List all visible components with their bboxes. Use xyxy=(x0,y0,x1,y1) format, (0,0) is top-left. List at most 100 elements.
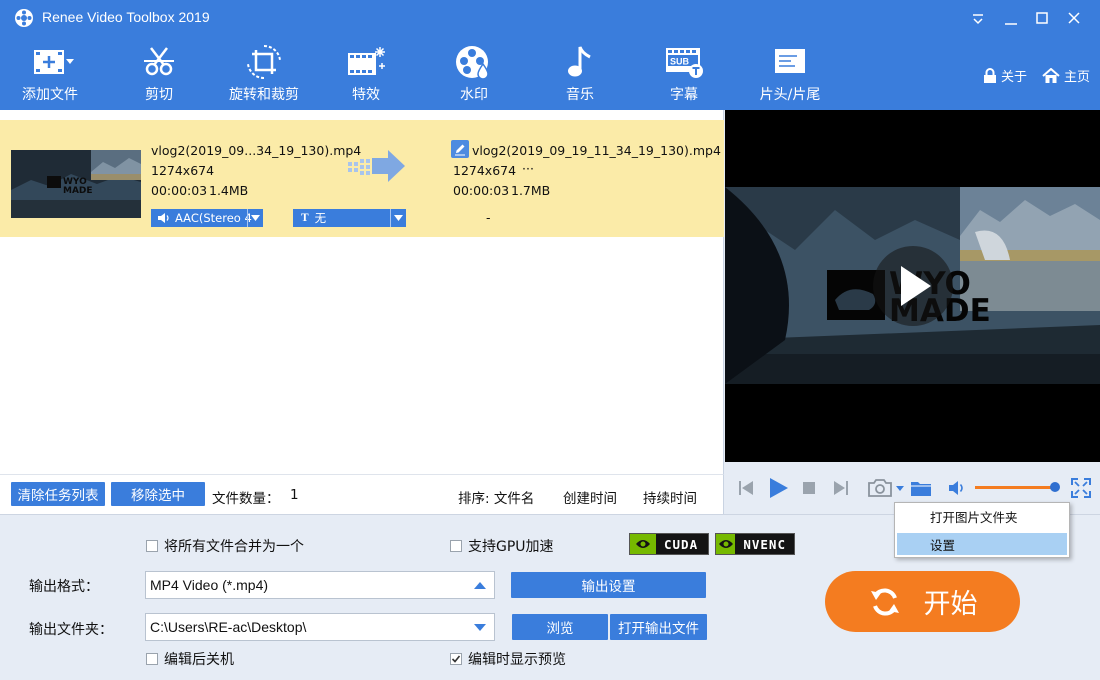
sort-by-created[interactable]: 创建时间 xyxy=(563,487,617,507)
output-duration: 00:00:03 xyxy=(453,183,510,198)
subtitle-track-value: 无 xyxy=(314,211,327,225)
chevron-down-icon xyxy=(390,209,406,227)
tool-rotate-crop[interactable]: 旋转和裁剪 xyxy=(224,44,304,106)
tool-music[interactable]: 音乐 xyxy=(552,44,608,106)
tool-add-file[interactable]: 添加文件 xyxy=(14,44,86,106)
checkbox-box-checked[interactable] xyxy=(450,653,462,665)
start-button[interactable]: 开始 xyxy=(825,571,1020,632)
film-plus-icon xyxy=(14,44,86,80)
subtitle-placeholder: - xyxy=(486,210,491,225)
file-row[interactable]: WYO MADE vlog2(2019_09...34_19_130).mp4 … xyxy=(0,120,724,237)
file-count-value: 1 xyxy=(290,487,299,503)
about-link[interactable]: 关于 xyxy=(983,66,1027,85)
top-bar: Renee Video Toolbox 2019 添加文件 剪切 旋转和裁剪 特… xyxy=(0,0,1100,110)
stop-icon[interactable] xyxy=(802,481,816,495)
show-preview-label: 编辑时显示预览 xyxy=(468,652,566,668)
source-file-name: vlog2(2019_09...34_19_130).mp4 xyxy=(151,143,362,158)
file-list: WYO MADE vlog2(2019_09...34_19_130).mp4 … xyxy=(0,110,724,474)
menu-item-settings[interactable]: 设置 xyxy=(897,533,1067,555)
tool-label: 水印 xyxy=(460,87,488,103)
remove-selected-button[interactable]: 移除选中 xyxy=(111,482,205,506)
chevron-down-icon xyxy=(474,624,486,631)
tool-effects[interactable]: 特效 xyxy=(338,44,394,106)
tool-label: 片头/片尾 xyxy=(759,87,821,103)
snapshot-context-menu: 打开图片文件夹 设置 xyxy=(894,502,1070,558)
skip-forward-icon[interactable] xyxy=(832,479,850,497)
refresh-icon xyxy=(870,588,899,615)
collapse-icon[interactable] xyxy=(966,6,990,30)
clear-list-button[interactable]: 清除任务列表 xyxy=(11,482,105,506)
output-folder-select[interactable]: C:\Users\RE-ac\Desktop\ xyxy=(145,613,495,641)
home-icon xyxy=(1042,67,1060,83)
title-card-icon xyxy=(752,44,828,80)
output-folder-value: C:\Users\RE-ac\Desktop\ xyxy=(150,619,307,635)
checkbox-box[interactable] xyxy=(146,540,158,552)
volume-slider[interactable] xyxy=(975,486,1055,489)
gpu-accel-label: 支持GPU加速 xyxy=(468,539,554,555)
audio-track-dropdown[interactable]: AAC(Stereo 4 xyxy=(151,209,263,227)
open-output-folder-button[interactable]: 打开输出文件 xyxy=(610,614,707,640)
sort-by-duration[interactable]: 持续时间 xyxy=(643,487,697,507)
tool-intro-outro[interactable]: 片头/片尾 xyxy=(752,44,828,106)
tool-label: 字幕 xyxy=(670,87,698,103)
checkbox-box[interactable] xyxy=(146,653,158,665)
tool-label: 添加文件 xyxy=(22,87,78,103)
speaker-icon xyxy=(158,213,169,223)
output-format-value: MP4 Video (*.mp4) xyxy=(150,577,269,593)
file-count-label: 文件数量： xyxy=(212,491,280,507)
lock-icon xyxy=(984,67,996,83)
output-more-button[interactable]: ··· xyxy=(522,161,534,176)
output-size: 1.7MB xyxy=(511,183,551,198)
nvenc-label: NVENC xyxy=(743,536,786,552)
film-reel-drop-icon xyxy=(446,44,502,80)
app-logo-icon xyxy=(15,9,33,27)
subtitle-track-dropdown[interactable]: T 无 xyxy=(293,209,406,227)
tool-label: 剪切 xyxy=(145,87,173,103)
convert-arrow-icon xyxy=(348,150,405,182)
fullscreen-icon[interactable] xyxy=(1071,478,1091,498)
sort-by-name[interactable]: 排序: 文件名 xyxy=(458,487,534,507)
play-icon[interactable] xyxy=(767,477,789,499)
browse-button[interactable]: 浏览 xyxy=(512,614,608,640)
source-size: 1.4MB xyxy=(209,183,249,198)
gpu-accel-checkbox[interactable]: 支持GPU加速 xyxy=(450,536,554,556)
title-bar: Renee Video Toolbox 2019 xyxy=(0,0,1100,36)
edit-name-icon[interactable] xyxy=(451,140,469,158)
output-settings-button[interactable]: 输出设置 xyxy=(511,572,706,598)
film-sparkle-icon xyxy=(338,44,394,80)
preview-frame: WYO MADE xyxy=(725,110,1100,462)
text-t-icon: T xyxy=(301,212,309,224)
volume-slider-knob[interactable] xyxy=(1050,482,1060,492)
home-link[interactable]: 主页 xyxy=(1042,66,1090,85)
merge-files-checkbox[interactable]: 将所有文件合并为一个 xyxy=(146,536,304,556)
menu-item-open-image-folder[interactable]: 打开图片文件夹 xyxy=(897,505,1067,527)
close-button[interactable] xyxy=(1062,6,1086,30)
shutdown-after-checkbox[interactable]: 编辑后关机 xyxy=(146,649,234,669)
tool-cut[interactable]: 剪切 xyxy=(128,44,190,106)
tool-label: 旋转和裁剪 xyxy=(229,87,299,103)
maximize-button[interactable] xyxy=(1030,6,1054,30)
tool-subtitle[interactable]: SUB 字幕 xyxy=(656,44,712,106)
merge-files-label: 将所有文件合并为一个 xyxy=(164,539,304,555)
camera-snapshot-icon[interactable] xyxy=(867,477,905,499)
start-label: 开始 xyxy=(923,589,978,620)
minimize-button[interactable] xyxy=(999,6,1023,30)
nvidia-eye-icon xyxy=(716,534,736,554)
source-duration: 00:00:03 xyxy=(151,183,208,198)
volume-icon[interactable] xyxy=(947,479,967,497)
nvidia-eye-icon xyxy=(630,534,656,554)
output-format-select[interactable]: MP4 Video (*.mp4) xyxy=(145,571,495,599)
skip-back-icon[interactable] xyxy=(737,479,755,497)
home-label: 主页 xyxy=(1064,70,1091,85)
source-resolution: 1274x674 xyxy=(151,163,215,178)
tool-label: 音乐 xyxy=(566,87,594,103)
output-format-label: 输出格式： xyxy=(29,579,99,595)
folder-icon[interactable] xyxy=(910,478,932,498)
output-folder-label: 输出文件夹： xyxy=(29,622,113,638)
show-preview-checkbox[interactable]: 编辑时显示预览 xyxy=(450,649,566,669)
checkbox-box[interactable] xyxy=(450,540,462,552)
subtitle-icon: SUB xyxy=(656,44,712,80)
tool-watermark[interactable]: 水印 xyxy=(446,44,502,106)
video-preview[interactable]: WYO MADE xyxy=(725,110,1100,462)
check-icon xyxy=(451,655,461,663)
